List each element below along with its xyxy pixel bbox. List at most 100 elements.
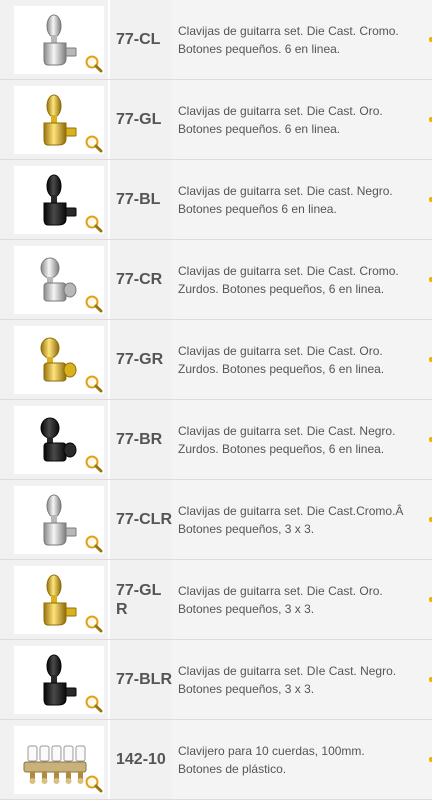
product-description-cell: Clavijas de guitarra set. Die Cast. Negr…	[172, 400, 432, 479]
description-line-2: Botones de plástico.	[178, 761, 287, 776]
magnifier-zoom-icon[interactable]	[84, 454, 104, 474]
product-code-cell: 77-GR	[110, 320, 172, 399]
magnifier-zoom-icon[interactable]	[84, 614, 104, 634]
magnifier-zoom-icon[interactable]	[84, 694, 104, 714]
product-description-cell: Clavijero para 10 cuerdas, 100mm. Botones…	[172, 720, 432, 799]
product-description: Clavijas de guitarra set. Die Cast. Crom…	[178, 240, 426, 319]
product-description: Clavijas de guitarra set. Die Cast. Oro.…	[178, 80, 426, 159]
description-line-2: Botones pequeños, 3 x 3.	[178, 601, 315, 616]
description-line-1: Clavijas de guitarra set. Die Cast. Negr…	[178, 423, 396, 438]
product-row: 77-GLR Clavijas de guitarra set. Die Cast…	[0, 560, 432, 640]
product-thumbnail[interactable]	[14, 6, 104, 74]
description-line-2: Botones pequeños, 3 x 3.	[178, 681, 315, 696]
magnifier-zoom-icon[interactable]	[84, 374, 104, 394]
product-code: 77-BLR	[116, 671, 173, 688]
product-row: 142-10 Clavijero para 10 cuerdas, 100mm. B…	[0, 720, 432, 800]
product-thumbnail-cell	[0, 0, 110, 79]
product-thumbnail-cell	[0, 240, 110, 319]
magnifier-zoom-icon[interactable]	[84, 54, 104, 74]
product-description-cell: Clavijas de guitarra set. Die cast. Negr…	[172, 160, 432, 239]
product-code: 77-GL	[116, 111, 162, 128]
product-list: 77-CL Clavijas de guitarra set. Die Cast.…	[0, 0, 432, 800]
product-code: 77-CR	[116, 271, 163, 288]
product-row: 77-BR Clavijas de guitarra set. Die Cast.…	[0, 400, 432, 480]
product-description: Clavijas de guitarra set. Die Cast. Oro.…	[178, 560, 426, 639]
product-code-cell: 77-BR	[110, 400, 172, 479]
description-line-1: Clavijas de guitarra set. Die cast. Negr…	[178, 183, 393, 198]
product-row: 77-GR Clavijas de guitarra set. Die Cast.…	[0, 320, 432, 400]
product-code-cell: 77-BLR	[110, 640, 172, 719]
product-description: Clavijas de guitarra set. Die Cast. Negr…	[178, 400, 426, 479]
product-code: 77-BR	[116, 431, 163, 448]
product-code: 77-CL	[116, 31, 161, 48]
product-code-cell: 77-CLR	[110, 480, 172, 559]
description-line-2: Zurdos. Botones pequeños, 6 en linea.	[178, 441, 385, 456]
product-description-cell: Clavijas de guitarra set. Die Cast. Oro.…	[172, 320, 432, 399]
product-description: Clavijas de guitarra set. Die Cast. Oro.…	[178, 320, 426, 399]
product-thumbnail-cell	[0, 720, 110, 799]
product-thumbnail-cell	[0, 400, 110, 479]
product-thumbnail-cell	[0, 560, 110, 639]
product-thumbnail-cell	[0, 80, 110, 159]
product-code-cell: 77-BL	[110, 160, 172, 239]
product-code-cell: 77-CL	[110, 0, 172, 79]
product-thumbnail-cell	[0, 480, 110, 559]
product-thumbnail-cell	[0, 640, 110, 719]
description-line-2: Botones pequeños, 3 x 3.	[178, 521, 315, 536]
product-thumbnail[interactable]	[14, 486, 104, 554]
description-line-1: Clavijas de guitarra set. Die Cast. Crom…	[178, 23, 399, 38]
product-row: 77-CLR Clavijas de guitarra set. Die Cast…	[0, 480, 432, 560]
product-thumbnail[interactable]	[14, 646, 104, 714]
product-description: Clavijas de guitarra set. Die Cast. Crom…	[178, 0, 426, 79]
product-thumbnail[interactable]	[14, 726, 104, 794]
description-line-2: Zurdos. Botones pequeños, 6 en linea.	[178, 281, 385, 296]
magnifier-zoom-icon[interactable]	[84, 134, 104, 154]
product-code: 77-CLR	[116, 511, 173, 528]
product-row: 77-CL Clavijas de guitarra set. Die Cast.…	[0, 0, 432, 80]
product-thumbnail-cell	[0, 320, 110, 399]
product-code-cell: 77-CR	[110, 240, 172, 319]
product-row: 77-GL Clavijas de guitarra set. Die Cast.…	[0, 80, 432, 160]
magnifier-zoom-icon[interactable]	[84, 214, 104, 234]
product-code: 142-10	[116, 751, 166, 768]
product-code: 77-BL	[116, 191, 161, 208]
product-description: Clavijas de guitarra set. Die Cast.Cromo…	[178, 480, 426, 559]
description-line-1: Clavijas de guitarra set. Die Cast.Cromo…	[178, 503, 404, 518]
description-line-2: Botones pequeños. 6 en linea.	[178, 41, 341, 56]
product-code: 77-GLR	[116, 581, 162, 618]
description-line-2: Botones pequeños. 6 en linea.	[178, 121, 341, 136]
product-description-cell: Clavijas de guitarra set. Die Cast.Cromo…	[172, 480, 432, 559]
magnifier-zoom-icon[interactable]	[84, 534, 104, 554]
description-line-1: Clavijas de guitarra set. Die Cast. Crom…	[178, 263, 399, 278]
product-description: Clavijas de guitarra set. Die cast. Negr…	[178, 160, 426, 239]
product-code: 77-GR	[116, 351, 164, 368]
product-description: Clavijas de guitarra set. DIe Cast. Negr…	[178, 640, 426, 719]
product-thumbnail[interactable]	[14, 86, 104, 154]
product-description-cell: Clavijas de guitarra set. Die Cast. Crom…	[172, 0, 432, 79]
product-thumbnail[interactable]	[14, 406, 104, 474]
product-thumbnail[interactable]	[14, 566, 104, 634]
description-line-1: Clavijero para 10 cuerdas, 100mm.	[178, 743, 365, 758]
product-description: Clavijero para 10 cuerdas, 100mm. Botones…	[178, 720, 426, 799]
product-row: 77-CR Clavijas de guitarra set. Die Cast.…	[0, 240, 432, 320]
product-description-cell: Clavijas de guitarra set. DIe Cast. Negr…	[172, 640, 432, 719]
product-thumbnail-cell	[0, 160, 110, 239]
magnifier-zoom-icon[interactable]	[84, 774, 104, 794]
product-code-cell: 77-GL	[110, 80, 172, 159]
description-line-1: Clavijas de guitarra set. DIe Cast. Negr…	[178, 663, 397, 678]
product-thumbnail[interactable]	[14, 166, 104, 234]
description-line-2: Zurdos. Botones pequeños, 6 en linea.	[178, 361, 385, 376]
product-code-cell: 77-GLR	[110, 560, 172, 639]
description-line-1: Clavijas de guitarra set. Die Cast. Oro.	[178, 103, 383, 118]
product-description-cell: Clavijas de guitarra set. Die Cast. Oro.…	[172, 80, 432, 159]
description-line-1: Clavijas de guitarra set. Die Cast. Oro.	[178, 583, 383, 598]
product-thumbnail[interactable]	[14, 246, 104, 314]
product-description-cell: Clavijas de guitarra set. Die Cast. Crom…	[172, 240, 432, 319]
product-description-cell: Clavijas de guitarra set. Die Cast. Oro.…	[172, 560, 432, 639]
product-code-cell: 142-10	[110, 720, 172, 799]
description-line-1: Clavijas de guitarra set. Die Cast. Oro.	[178, 343, 383, 358]
description-line-2: Botones pequeños 6 en linea.	[178, 201, 337, 216]
product-thumbnail[interactable]	[14, 326, 104, 394]
product-row: 77-BL Clavijas de guitarra set. Die cast.…	[0, 160, 432, 240]
magnifier-zoom-icon[interactable]	[84, 294, 104, 314]
